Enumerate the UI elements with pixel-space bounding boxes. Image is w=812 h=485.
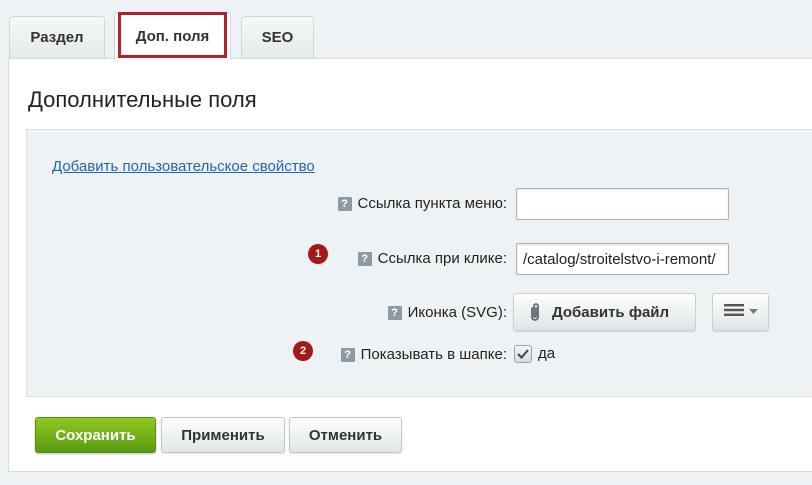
help-icon[interactable]: ?: [340, 347, 355, 362]
menu-link-label: Ссылка пункта меню:: [357, 195, 507, 212]
show-in-header-label-row: ? Показывать в шапке:: [340, 346, 507, 363]
chevron-down-icon: [748, 309, 758, 315]
tab-seo[interactable]: SEO: [241, 16, 314, 58]
annotation-marker-2: 2: [293, 341, 313, 361]
paperclip-icon: [528, 302, 542, 322]
cancel-button[interactable]: Отменить: [289, 417, 402, 453]
save-button[interactable]: Сохранить: [35, 417, 156, 453]
fields-box: Добавить пользовательское свойство ? Ссы…: [26, 129, 812, 397]
extra-fields-panel: Дополнительные поля Добавить пользовател…: [8, 58, 812, 472]
checkmark-icon: [517, 349, 529, 359]
tab-section-label: Раздел: [30, 29, 84, 46]
menu-link-label-row: ? Ссылка пункта меню:: [337, 195, 507, 212]
add-file-button[interactable]: Добавить файл: [513, 293, 696, 331]
show-in-header-checkbox[interactable]: [514, 345, 532, 363]
help-icon[interactable]: ?: [357, 251, 372, 266]
tab-extra-fields[interactable]: Доп. поля: [114, 12, 231, 60]
click-link-label: Ссылка при клике:: [377, 250, 507, 267]
icon-svg-label-row: ? Иконка (SVG):: [387, 304, 507, 321]
click-link-input[interactable]: [516, 243, 729, 275]
tab-extra-fields-label: Доп. поля: [135, 28, 210, 45]
apply-button[interactable]: Применить: [161, 417, 285, 453]
help-icon[interactable]: ?: [387, 305, 402, 320]
add-file-button-label: Добавить файл: [552, 303, 670, 321]
help-icon[interactable]: ?: [337, 196, 352, 211]
tab-seo-label: SEO: [261, 29, 294, 46]
file-options-menu-button[interactable]: [712, 293, 769, 331]
page-title: Дополнительные поля: [28, 87, 257, 112]
tab-section[interactable]: Раздел: [9, 16, 105, 58]
show-in-header-option-label: да: [538, 345, 556, 362]
menu-link-input[interactable]: [516, 188, 729, 220]
icon-svg-label: Иконка (SVG):: [407, 304, 507, 321]
tab-bar: Раздел Доп. поля SEO: [0, 0, 812, 60]
click-link-label-row: ? Ссылка при клике:: [357, 250, 507, 267]
hamburger-icon: [723, 303, 746, 321]
annotation-marker-1: 1: [308, 244, 328, 264]
add-custom-property-link[interactable]: Добавить пользовательское свойство: [52, 158, 315, 175]
show-in-header-label: Показывать в шапке:: [360, 346, 507, 363]
